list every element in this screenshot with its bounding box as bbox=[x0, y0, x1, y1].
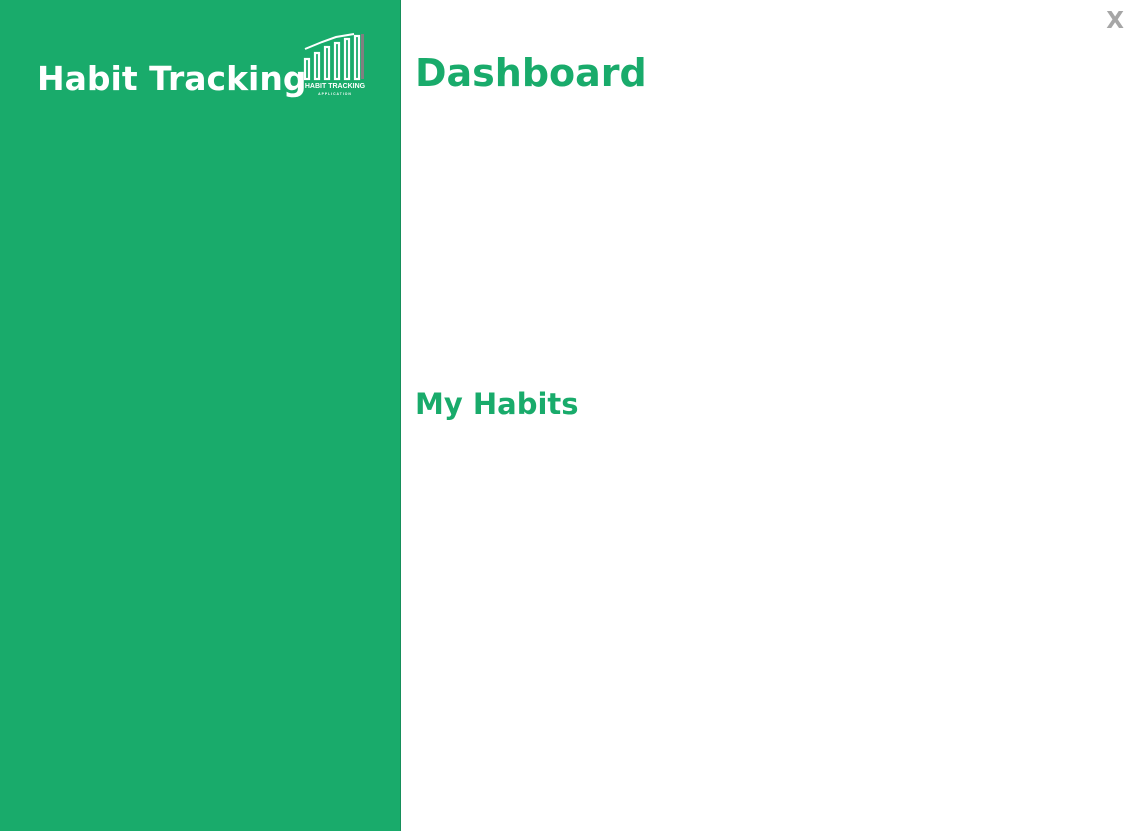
close-button[interactable]: X bbox=[1106, 7, 1124, 35]
main-content: X Dashboard My Habits bbox=[401, 0, 1134, 831]
app-window: Habit Tracking HABIT TRACKING APPLICATIO… bbox=[0, 0, 1134, 831]
my-habits-heading: My Habits bbox=[415, 387, 579, 421]
brand-title: Habit Tracking bbox=[37, 59, 307, 98]
page-title: Dashboard bbox=[415, 51, 647, 95]
bar-chart-logo-icon bbox=[303, 33, 364, 81]
logo-text: HABIT TRACKING bbox=[304, 83, 366, 90]
logo-subtext: APPLICATION bbox=[318, 92, 352, 96]
app-logo: HABIT TRACKING APPLICATION bbox=[302, 33, 368, 99]
sidebar: Habit Tracking HABIT TRACKING APPLICATIO… bbox=[0, 0, 401, 831]
